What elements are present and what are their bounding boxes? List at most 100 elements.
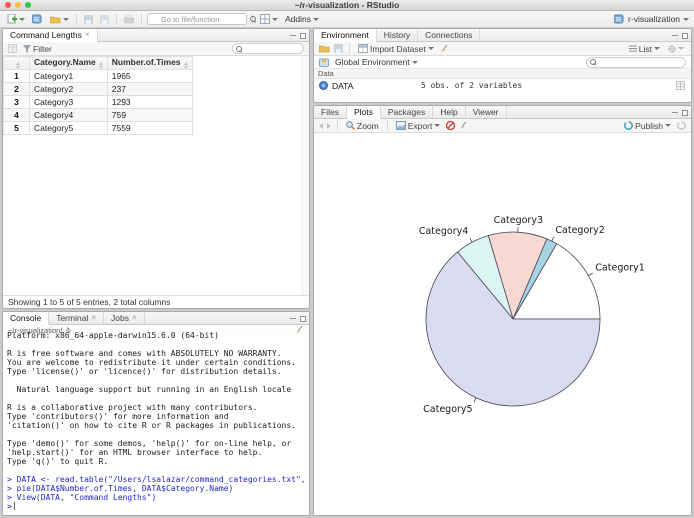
print-icon xyxy=(124,14,134,23)
close-tab-icon[interactable]: × xyxy=(85,31,90,39)
remove-plot-icon[interactable] xyxy=(446,121,456,130)
search-icon xyxy=(590,59,596,65)
project-name-label: r-visualization xyxy=(628,14,680,24)
view-object-grid-icon[interactable] xyxy=(676,81,685,90)
tab-help[interactable]: Help xyxy=(433,106,466,118)
row-number-cell: 1 xyxy=(3,69,30,83)
pane-layout-icon xyxy=(260,14,270,24)
tab-command-lengths[interactable]: Command Lengths × xyxy=(3,29,98,42)
zoom-plot-button[interactable]: Zoom xyxy=(344,120,381,132)
object-row-DATA[interactable]: DATA 5 obs. of 2 variables xyxy=(314,79,691,92)
tab-jobs[interactable]: Jobs × xyxy=(104,312,145,324)
export-plot-button[interactable]: Export xyxy=(394,120,443,132)
new-file-button[interactable] xyxy=(5,13,27,25)
goto-file-search[interactable] xyxy=(147,13,247,25)
close-tab-icon[interactable]: × xyxy=(91,314,96,322)
list-view-button[interactable]: List xyxy=(627,43,662,55)
zoom-magnifier-icon xyxy=(346,121,355,130)
load-workspace-folder-icon[interactable] xyxy=(319,44,330,53)
console-line: Platform: x86_64-apple-darwin15.6.0 (64-… xyxy=(7,331,219,340)
minimize-pane-icon[interactable] xyxy=(290,318,296,319)
console-output[interactable]: Platform: x86_64-apple-darwin15.6.0 (64-… xyxy=(3,331,309,515)
table-row[interactable]: 4 Category4 759 xyxy=(3,108,193,122)
new-file-icon xyxy=(7,14,17,24)
row-number-cell: 2 xyxy=(3,82,30,96)
svg-text:R: R xyxy=(34,17,39,24)
data-cell: Category4 xyxy=(29,108,108,122)
viewer-search-input[interactable] xyxy=(232,43,304,54)
environment-scope-selector[interactable]: Global Environment xyxy=(333,56,420,68)
row-number-cell: 5 xyxy=(3,121,30,135)
maximize-pane-icon[interactable] xyxy=(300,315,306,322)
save-workspace-icon[interactable] xyxy=(334,44,343,53)
minimize-pane-icon[interactable] xyxy=(672,35,678,36)
environment-search-input[interactable] xyxy=(586,56,686,68)
save-button[interactable] xyxy=(82,14,95,25)
clear-objects-broom-icon[interactable] xyxy=(440,44,449,53)
data-cell: 1293 xyxy=(106,95,193,109)
refresh-environment-button[interactable] xyxy=(666,44,686,54)
goto-file-input[interactable] xyxy=(147,13,247,25)
clear-all-plots-broom-icon[interactable] xyxy=(459,121,468,130)
list-label: List xyxy=(638,43,652,54)
tab-plots[interactable]: Plots xyxy=(346,106,381,119)
maximize-pane-icon[interactable] xyxy=(682,32,688,39)
print-button[interactable] xyxy=(122,14,136,25)
minimize-pane-icon[interactable] xyxy=(290,35,296,36)
table-row[interactable]: 2 Category2 237 xyxy=(3,82,193,96)
console-line: Type 'demo()' for some demos, 'help()' f… xyxy=(7,439,292,448)
filter-button[interactable]: Filter xyxy=(21,43,54,55)
data-viewer-pane: Command Lengths × Filter Category.Name N… xyxy=(2,28,310,309)
tab-console[interactable]: Console xyxy=(3,312,50,325)
table-row[interactable]: 1 Category1 1965 xyxy=(3,69,193,83)
publish-button[interactable]: Publish xyxy=(622,120,673,132)
tab-packages[interactable]: Packages xyxy=(381,106,434,118)
plot-display-area: Category1 Category2 Category3 Category4 Cate… xyxy=(314,133,691,515)
close-tab-icon[interactable]: × xyxy=(132,314,137,322)
data-cell: Category5 xyxy=(29,121,108,135)
object-description: 5 obs. of 2 variables xyxy=(421,81,523,90)
import-dataset-button[interactable]: Import Dataset xyxy=(356,43,436,55)
previous-plot-icon[interactable] xyxy=(319,122,323,129)
viewer-scrollbar[interactable] xyxy=(302,56,309,295)
new-project-button[interactable]: R xyxy=(30,13,45,25)
pie-label-category5: Category5 xyxy=(423,404,472,415)
column-header-number-of-times[interactable]: Number.of.Times xyxy=(106,56,193,70)
tab-environment[interactable]: Environment xyxy=(314,29,377,42)
data-cell: 1965 xyxy=(106,69,193,83)
minimize-pane-icon[interactable] xyxy=(672,112,678,113)
maximize-pane-icon[interactable] xyxy=(300,32,306,39)
object-name: DATA xyxy=(332,80,354,91)
tab-viewer[interactable]: Viewer xyxy=(466,106,507,118)
column-header-category-name[interactable]: Category.Name xyxy=(29,56,108,70)
r-package-icon xyxy=(319,58,329,67)
viewer-toolbar: Filter xyxy=(3,42,309,56)
pane-layout-button[interactable] xyxy=(258,13,280,25)
open-file-button[interactable] xyxy=(48,14,71,25)
rownum-header[interactable] xyxy=(3,56,30,70)
tab-terminal[interactable]: Terminal × xyxy=(49,312,104,324)
project-menu-button[interactable]: R r-visualization xyxy=(614,14,689,24)
next-plot-icon[interactable] xyxy=(327,122,331,129)
search-icon xyxy=(236,45,242,52)
table-row[interactable]: 3 Category3 1293 xyxy=(3,95,193,109)
window-title: ~/r-visualization - RStudio xyxy=(294,0,400,10)
console-line: 'citation()' on how to cite R or R packa… xyxy=(7,421,296,430)
plots-tabbar: Files Plots Packages Help Viewer xyxy=(314,106,691,119)
refresh-plot-icon[interactable] xyxy=(677,121,686,130)
refresh-grid-icon[interactable] xyxy=(8,44,17,53)
svg-text:R: R xyxy=(616,17,621,24)
addins-button[interactable]: Addins xyxy=(283,13,321,25)
tab-connections[interactable]: Connections xyxy=(418,29,481,41)
viewer-tabbar: Command Lengths × xyxy=(3,29,309,42)
maximize-pane-icon[interactable] xyxy=(682,109,688,116)
tab-history[interactable]: History xyxy=(377,29,419,41)
scope-label: Global Environment xyxy=(335,57,410,67)
addins-label: Addins xyxy=(285,14,311,24)
tab-files[interactable]: Files xyxy=(314,106,347,118)
table-row[interactable]: 5 Category5 7559 xyxy=(3,121,193,135)
r-project-icon: R xyxy=(32,14,42,24)
save-all-button[interactable] xyxy=(98,14,111,25)
